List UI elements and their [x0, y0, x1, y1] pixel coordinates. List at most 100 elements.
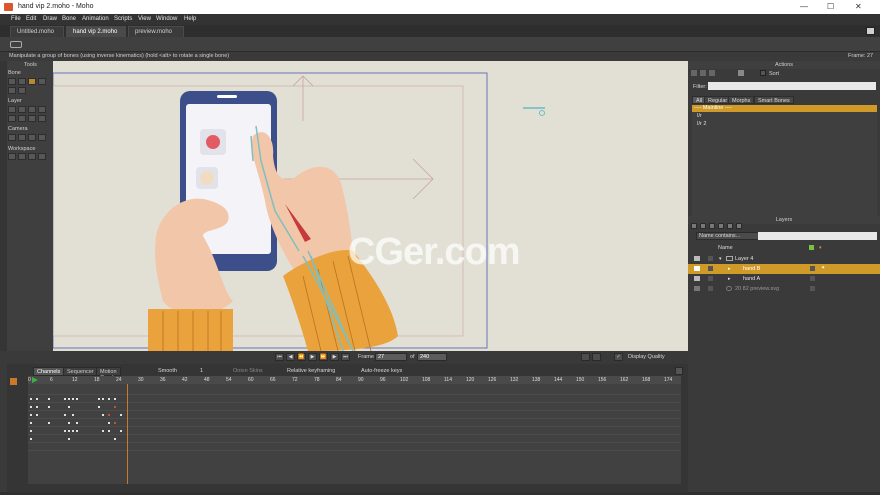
- duplicate-layer-icon[interactable]: [700, 223, 706, 229]
- tab-motion-graph[interactable]: Motion Graph: [96, 367, 121, 381]
- layer-comp-icon[interactable]: [736, 223, 742, 229]
- delete-layer-icon[interactable]: [718, 223, 724, 229]
- layer-settings-icon[interactable]: [727, 223, 733, 229]
- eyedropper-tool-icon[interactable]: [38, 115, 46, 122]
- end-button[interactable]: ⏭: [341, 353, 350, 361]
- actions-tab-smart-bones[interactable]: Smart Bones: [754, 96, 794, 104]
- close-button[interactable]: ✕: [855, 2, 862, 11]
- tab-untitled[interactable]: Untitled.moho: [10, 26, 64, 37]
- new-action-icon[interactable]: [691, 70, 697, 76]
- layer-row-layer4[interactable]: ▾ Layer 4: [688, 254, 880, 264]
- orbit-workspace-tool-icon[interactable]: [38, 153, 46, 160]
- select-bone-tool-icon[interactable]: [8, 78, 16, 85]
- timeline-menu-icon[interactable]: [675, 367, 683, 375]
- workspace-canvas[interactable]: CGer.com: [53, 61, 688, 351]
- tab-preview[interactable]: preview.moho: [128, 26, 184, 37]
- set-origin-tool-icon[interactable]: [8, 106, 16, 113]
- duplicate-action-icon[interactable]: [700, 70, 706, 76]
- auto-freeze-keys-checkbox[interactable]: Auto-freeze keys: [361, 368, 402, 374]
- column-name-header[interactable]: Name: [718, 245, 733, 251]
- track-camera-tool-icon[interactable]: [8, 134, 16, 141]
- next-key-button[interactable]: ⏩: [319, 353, 328, 361]
- scale-layer-tool-icon[interactable]: [28, 106, 36, 113]
- pan-workspace-tool-icon[interactable]: [8, 153, 16, 160]
- play-button[interactable]: ▶: [308, 353, 317, 361]
- keyframe-step-select[interactable]: 1: [200, 368, 203, 374]
- filter-input[interactable]: [708, 82, 876, 90]
- interpolation-select[interactable]: Smooth: [158, 368, 177, 374]
- layer-row-preview-svg[interactable]: 20 82 preview.svg: [688, 284, 880, 294]
- rotate-bone-tool-icon[interactable]: [38, 78, 46, 85]
- actions-tab-morphs[interactable]: Morphs: [728, 96, 755, 104]
- action-item-mainline[interactable]: ---- Mainline ----: [692, 105, 877, 112]
- keyframe-tracks[interactable]: [28, 384, 681, 484]
- menu-bone[interactable]: Bone: [62, 16, 76, 22]
- tools-header: Tools: [24, 62, 37, 68]
- layer-group-icon[interactable]: [709, 223, 715, 229]
- rotate-layer-tool-icon[interactable]: [38, 106, 46, 113]
- quality-checkbox[interactable]: ✓: [614, 353, 623, 361]
- playback-bar: ⏮ ◀ ⏪ ▶ ⏩ ▶ ⏭ Frame 27 of 240 ✓ Display …: [53, 351, 688, 364]
- menu-help[interactable]: Help: [184, 16, 196, 22]
- menu-view[interactable]: View: [138, 16, 151, 22]
- action-settings-icon[interactable]: [738, 70, 744, 76]
- manipulate-bones-tool-icon[interactable]: [28, 78, 36, 85]
- frame-input[interactable]: 27: [375, 353, 407, 361]
- tab-channels[interactable]: Channels: [33, 367, 65, 376]
- onion-skins-checkbox[interactable]: Onion Skins: [233, 368, 263, 374]
- rewind-button[interactable]: ⏮: [275, 353, 284, 361]
- book-icon[interactable]: [866, 27, 875, 35]
- grid-options-icon[interactable]: [592, 353, 601, 361]
- reparent-bone-tool-icon[interactable]: [18, 87, 26, 94]
- sort-checkbox[interactable]: [760, 70, 766, 76]
- prev-key-button[interactable]: ⏪: [297, 353, 306, 361]
- translate-bone-tool-icon[interactable]: [18, 78, 26, 85]
- total-frames-input[interactable]: 240: [417, 353, 447, 361]
- shear-layer-tool-icon[interactable]: [18, 115, 26, 122]
- grid-toggle-icon[interactable]: [581, 353, 590, 361]
- column-color-icon: [809, 245, 814, 250]
- add-bone-tool-icon[interactable]: [8, 87, 16, 94]
- layer-filter-mode[interactable]: Name contains...: [696, 232, 760, 240]
- menu-file[interactable]: File: [11, 16, 21, 22]
- bone-options-icon[interactable]: [10, 41, 22, 48]
- layer-row-hand-b[interactable]: ▸ hand B ✦: [688, 264, 880, 274]
- delete-action-icon[interactable]: [709, 70, 715, 76]
- zoom-camera-tool-icon[interactable]: [18, 134, 26, 141]
- text-tool-icon[interactable]: [28, 115, 36, 122]
- menu-scripts[interactable]: Scripts: [114, 16, 132, 22]
- sort-label: Sort: [769, 71, 780, 77]
- visibility-eye-icon: [694, 266, 700, 271]
- timeline-panel: Channels Sequencer Motion Graph Smooth 1…: [7, 364, 688, 492]
- new-layer-icon[interactable]: [691, 223, 697, 229]
- flip-layer-tool-icon[interactable]: [8, 115, 16, 122]
- menu-edit[interactable]: Edit: [26, 16, 36, 22]
- timeline-ruler[interactable]: 0 6 12 18 24 30 36 42 48 54 60 66 72 78 …: [28, 376, 681, 384]
- start-marker-icon[interactable]: [32, 377, 38, 383]
- step-forward-button[interactable]: ▶: [330, 353, 339, 361]
- column-sort-icon[interactable]: ▾: [819, 245, 822, 251]
- menu-draw[interactable]: Draw: [43, 16, 57, 22]
- display-quality-label[interactable]: Display Quality: [628, 354, 665, 360]
- translate-layer-tool-icon[interactable]: [18, 106, 26, 113]
- layer-row-hand-a[interactable]: ▸ hand A: [688, 274, 880, 284]
- menu-window[interactable]: Window: [156, 16, 177, 22]
- action-item[interactable]: I/r: [692, 113, 877, 120]
- star-icon: ✦: [821, 265, 826, 271]
- zoom-workspace-tool-icon[interactable]: [18, 153, 26, 160]
- layer-lock-icon: [708, 256, 713, 261]
- tab-hand-vip-2[interactable]: hand vip 2.moho: [66, 26, 126, 37]
- tab-sequencer[interactable]: Sequencer: [63, 367, 98, 376]
- keyframe-dots: [30, 398, 122, 440]
- maximize-button[interactable]: ☐: [827, 2, 834, 11]
- menu-animation[interactable]: Animation: [82, 16, 109, 22]
- timeline-lock-icon[interactable]: [10, 378, 17, 385]
- step-back-button[interactable]: ◀: [286, 353, 295, 361]
- relative-keyframing-checkbox[interactable]: Relative keyframing: [287, 368, 335, 374]
- layer-filter-input[interactable]: [758, 232, 877, 240]
- roll-camera-tool-icon[interactable]: [28, 134, 36, 141]
- minimize-button[interactable]: —: [800, 2, 808, 11]
- rotate-workspace-tool-icon[interactable]: [28, 153, 36, 160]
- action-item[interactable]: I/r 2: [692, 121, 877, 128]
- pan-tilt-camera-tool-icon[interactable]: [38, 134, 46, 141]
